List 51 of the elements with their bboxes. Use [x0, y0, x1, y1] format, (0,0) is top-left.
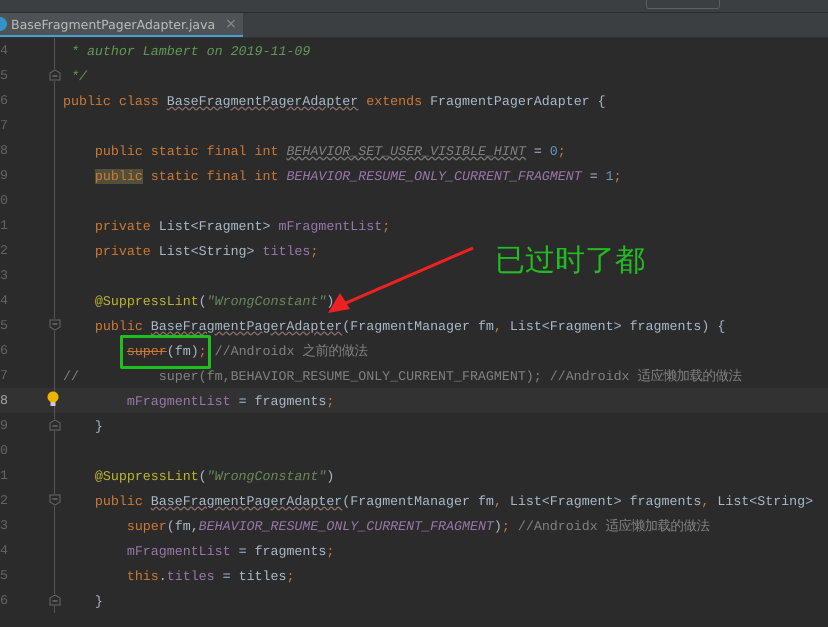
annotation-text: 已过时了都	[495, 242, 645, 280]
line-number: 8	[0, 393, 8, 408]
code-line: super(fm,BEHAVIOR_RESUME_ONLY_CURRENT_FRAGMENT); //Androidx 适应懒加载的做法	[126, 518, 710, 534]
line-number: 1	[0, 468, 8, 483]
code-line: public BaseFragmentPagerAdapter(FragmentManager fm, List<Fragment> fragments, List<String>	[94, 494, 814, 508]
code-line: private List<String> titles;	[94, 244, 318, 258]
code-line: public class BaseFragmentPagerAdapter extends FragmentPagerAdapter {	[63, 94, 606, 108]
line-number: 5	[0, 318, 8, 333]
fold-icon[interactable]	[49, 594, 61, 606]
line-number: 7	[0, 368, 8, 383]
line-number: 0	[0, 443, 8, 458]
code-line: @SuppressLint("WrongConstant")	[94, 468, 334, 484]
code-line: * author Lambert on 2019-11-09	[70, 44, 310, 58]
line-number: 2	[0, 493, 8, 508]
code-line: mFragmentList = fragments;	[126, 394, 334, 408]
code-line: private List<Fragment> mFragmentList;	[94, 218, 390, 234]
lightbulb-icon[interactable]	[47, 391, 59, 407]
line-number: 4	[0, 293, 8, 308]
fold-icon[interactable]	[49, 494, 61, 506]
code-line: // super(fm,BEHAVIOR_RESUME_ONLY_CURRENT_FRAGMENT); //Androidx 适应懒加载的做法	[63, 368, 742, 384]
editor-tab[interactable]: BaseFragmentPagerAdapter.java ×	[0, 13, 243, 37]
code-line: this.titles = titles;	[126, 568, 294, 584]
code-line: mFragmentList = fragments;	[126, 544, 334, 558]
line-number: 6	[0, 93, 8, 108]
fold-icon[interactable]	[49, 69, 61, 81]
line-number: 5	[0, 68, 8, 83]
line-number: 0	[0, 193, 8, 208]
line-number: 2	[0, 243, 8, 258]
code-line: }	[94, 418, 103, 434]
line-number: 1	[0, 218, 8, 233]
code-line: @SuppressLint("WrongConstant")	[94, 294, 334, 308]
line-number: 4	[0, 543, 8, 558]
line-number: 6	[0, 593, 8, 608]
fold-icon[interactable]	[49, 319, 61, 331]
close-icon[interactable]: ×	[225, 16, 237, 32]
line-number: 5	[0, 568, 8, 583]
line-number: 9	[0, 418, 8, 433]
code-line: public static final int BEHAVIOR_RESUME_ONLY_CURRENT_FRAGMENT = 1;	[94, 168, 622, 184]
line-number: 3	[0, 268, 8, 283]
code-line: public BaseFragmentPagerAdapter(FragmentManager fm, List<Fragment> fragments) {	[94, 318, 726, 334]
code-line: }	[94, 594, 103, 608]
code-line: super(fm); //Androidx 之前的做法	[126, 344, 368, 358]
code-line: public static final int BEHAVIOR_SET_USER_VISIBLE_HINT = 0;	[94, 144, 566, 158]
fold-icon[interactable]	[49, 419, 61, 431]
line-number: 6	[0, 343, 8, 358]
line-number: 3	[0, 518, 8, 533]
line-number: 4	[0, 43, 8, 58]
line-number: 8	[0, 143, 8, 158]
line-number: 9	[0, 168, 8, 183]
line-number: 7	[0, 118, 8, 133]
code-line: */	[70, 68, 87, 84]
